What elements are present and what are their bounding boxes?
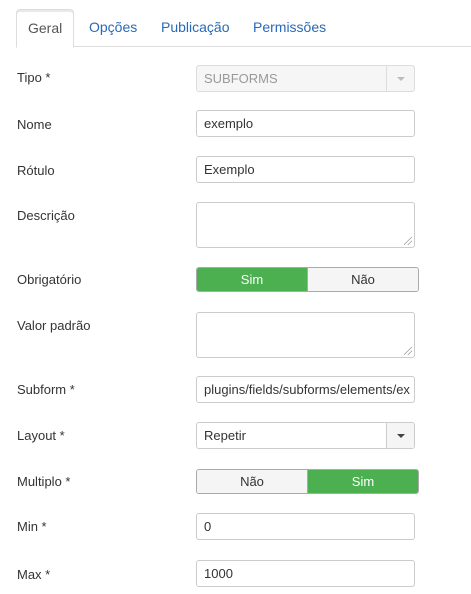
- tipo-label: Tipo *: [17, 70, 51, 85]
- tipo-select[interactable]: SUBFORMS: [196, 65, 415, 92]
- resize-handle-icon[interactable]: [404, 237, 412, 245]
- layout-select[interactable]: Repetir: [196, 422, 415, 449]
- valor-padrao-label: Valor padrão: [17, 318, 91, 333]
- tipo-dropdown-toggle: [386, 66, 414, 91]
- tab-geral[interactable]: Geral: [16, 9, 75, 48]
- descricao-label: Descrição: [17, 208, 75, 223]
- multiplo-option-sim[interactable]: Sim: [307, 470, 418, 493]
- tab-opcoes[interactable]: Opções: [89, 9, 137, 47]
- tab-permissoes[interactable]: Permissões: [253, 9, 326, 47]
- tab-bar: Geral Opções Publicação Permissões: [16, 9, 471, 48]
- field-row-descricao: Descrição: [0, 202, 471, 254]
- field-row-tipo: Tipo * SUBFORMS: [0, 65, 471, 97]
- tab-publicacao[interactable]: Publicação: [161, 9, 230, 47]
- field-row-layout: Layout * Repetir: [0, 422, 471, 455]
- tipo-value: SUBFORMS: [204, 71, 278, 86]
- layout-dropdown-toggle[interactable]: [386, 423, 414, 448]
- obrigatorio-option-nao[interactable]: Não: [307, 268, 418, 291]
- max-label: Max *: [17, 567, 51, 582]
- multiplo-label: Multiplo *: [17, 474, 71, 489]
- resize-handle-icon[interactable]: [404, 347, 412, 355]
- obrigatorio-option-sim[interactable]: Sim: [197, 268, 307, 291]
- valor-padrao-textarea[interactable]: [196, 312, 415, 358]
- max-input[interactable]: 1000: [196, 560, 415, 587]
- layout-value: Repetir: [204, 428, 246, 443]
- rotulo-label: Rótulo: [17, 163, 55, 178]
- min-label: Min *: [17, 519, 47, 534]
- rotulo-input[interactable]: Exemplo: [196, 156, 415, 183]
- subform-label: Subform *: [17, 382, 75, 397]
- multiplo-toggle: Não Sim: [196, 469, 419, 494]
- multiplo-option-nao[interactable]: Não: [197, 470, 307, 493]
- chevron-down-icon: [397, 434, 405, 438]
- descricao-textarea[interactable]: [196, 202, 415, 248]
- subform-input[interactable]: plugins/fields/subforms/elements/ex: [196, 376, 415, 403]
- layout-label: Layout *: [17, 428, 65, 443]
- field-row-valor-padrao: Valor padrão: [0, 312, 471, 364]
- nome-label: Nome: [17, 117, 52, 132]
- obrigatorio-label: Obrigatório: [17, 272, 82, 287]
- chevron-down-icon: [397, 77, 405, 81]
- min-input[interactable]: 0: [196, 513, 415, 540]
- nome-input[interactable]: exemplo: [196, 110, 415, 137]
- obrigatorio-toggle: Sim Não: [196, 267, 419, 292]
